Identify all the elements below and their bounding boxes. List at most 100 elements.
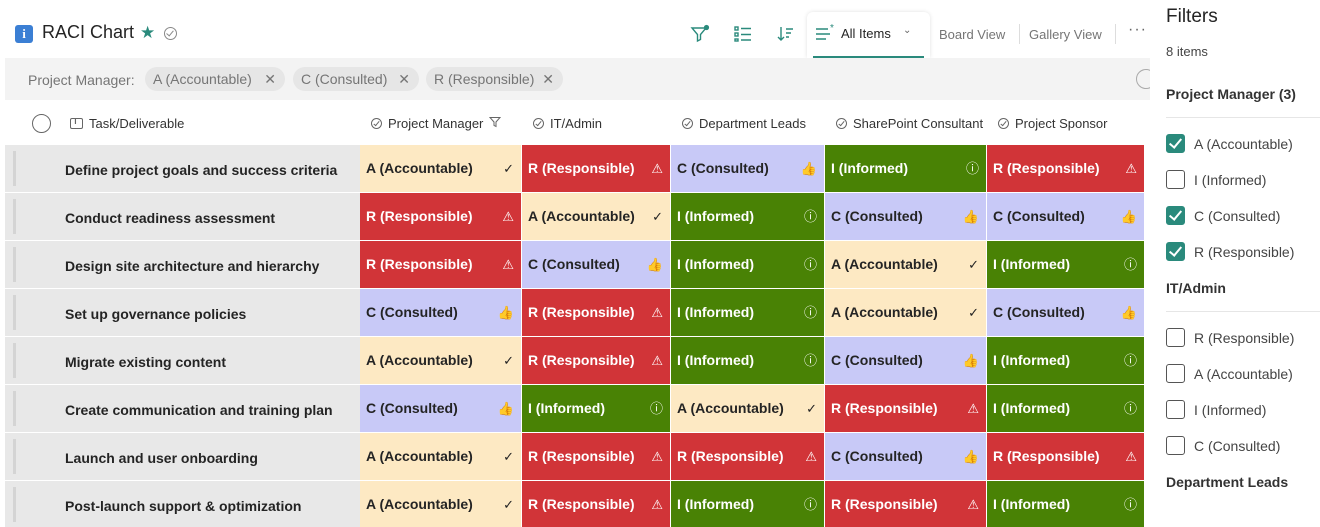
raci-cell-it-admin[interactable]: A (Accountable) ✓: [522, 193, 670, 240]
group-by-icon[interactable]: [733, 24, 753, 44]
task-title[interactable]: Design site architecture and hierarchy: [65, 258, 319, 274]
raci-cell-it-admin[interactable]: R (Responsible) ⚠: [522, 481, 670, 527]
row-task-cell[interactable]: Create communication and training plan: [5, 385, 360, 432]
task-title[interactable]: Define project goals and success criteri…: [65, 162, 337, 178]
raci-cell-sharepoint-consultant[interactable]: C (Consulted) 👍: [825, 433, 986, 480]
filter-pane-icon[interactable]: [690, 24, 710, 44]
task-title[interactable]: Migrate existing content: [65, 354, 226, 370]
column-header-project-manager[interactable]: Project Manager: [371, 116, 502, 131]
raci-cell-project-sponsor[interactable]: C (Consulted) 👍: [987, 193, 1144, 240]
column-header-project-sponsor[interactable]: Project Sponsor: [998, 116, 1108, 131]
filter-checkbox[interactable]: [1166, 328, 1185, 347]
filter-section-title[interactable]: Project Manager (3): [1166, 86, 1296, 102]
raci-cell-project-manager[interactable]: R (Responsible) ⚠: [360, 193, 521, 240]
task-title[interactable]: Conduct readiness assessment: [65, 210, 275, 226]
table-row[interactable]: Design site architecture and hierarchy R …: [5, 241, 1144, 289]
warning-icon: ⚠: [502, 257, 514, 272]
filter-checkbox[interactable]: [1166, 364, 1185, 383]
raci-cell-sharepoint-consultant[interactable]: A (Accountable) ✓: [825, 241, 986, 288]
column-header-task[interactable]: Task/Deliverable: [70, 116, 184, 131]
filter-checkbox[interactable]: [1166, 242, 1185, 261]
filter-option-label: A (Accountable): [1194, 136, 1293, 152]
raci-cell-it-admin[interactable]: C (Consulted) 👍: [522, 241, 670, 288]
favorite-star-icon[interactable]: ★: [140, 23, 155, 43]
raci-cell-department-leads[interactable]: I (Informed) ⓘ: [671, 481, 824, 527]
table-row[interactable]: Set up governance policies C (Consulted) 👍…: [5, 289, 1144, 337]
raci-cell-it-admin[interactable]: R (Responsible) ⚠: [522, 289, 670, 336]
column-header-department-leads[interactable]: Department Leads: [682, 116, 806, 131]
row-task-cell[interactable]: Design site architecture and hierarchy: [5, 241, 360, 288]
view-gallery[interactable]: Gallery View: [1029, 27, 1102, 42]
filter-checkbox[interactable]: [1166, 170, 1185, 189]
raci-cell-project-manager[interactable]: A (Accountable) ✓: [360, 433, 521, 480]
table-row[interactable]: Launch and user onboarding A (Accountable…: [5, 433, 1144, 481]
filter-checkbox[interactable]: [1166, 400, 1185, 419]
table-row[interactable]: Define project goals and success criteri…: [5, 145, 1144, 193]
raci-cell-project-sponsor[interactable]: I (Informed) ⓘ: [987, 481, 1144, 527]
raci-cell-sharepoint-consultant[interactable]: R (Responsible) ⚠: [825, 481, 986, 527]
raci-cell-project-manager[interactable]: C (Consulted) 👍: [360, 289, 521, 336]
raci-cell-sharepoint-consultant[interactable]: C (Consulted) 👍: [825, 193, 986, 240]
sort-icon[interactable]: [775, 24, 795, 44]
raci-cell-it-admin[interactable]: R (Responsible) ⚠: [522, 145, 670, 192]
filter-checkbox[interactable]: [1166, 134, 1185, 153]
select-all-checkbox[interactable]: [32, 114, 51, 133]
task-title[interactable]: Set up governance policies: [65, 306, 246, 322]
raci-cell-it-admin[interactable]: I (Informed) ⓘ: [522, 385, 670, 432]
filter-chip-consulted[interactable]: C (Consulted) ✕: [293, 67, 419, 91]
raci-cell-department-leads[interactable]: I (Informed) ⓘ: [671, 241, 824, 288]
raci-cell-it-admin[interactable]: R (Responsible) ⚠: [522, 433, 670, 480]
filter-chip-accountable[interactable]: A (Accountable) ✕: [145, 67, 285, 91]
raci-cell-sharepoint-consultant[interactable]: R (Responsible) ⚠: [825, 385, 986, 432]
view-selector-all-items[interactable]: * All Items ⌄: [807, 12, 930, 58]
close-icon[interactable]: ✕: [542, 67, 554, 91]
row-task-cell[interactable]: Define project goals and success criteri…: [5, 145, 360, 192]
filter-checkbox[interactable]: [1166, 206, 1185, 225]
raci-cell-department-leads[interactable]: C (Consulted) 👍: [671, 145, 824, 192]
filter-checkbox[interactable]: [1166, 436, 1185, 455]
raci-cell-department-leads[interactable]: I (Informed) ⓘ: [671, 193, 824, 240]
close-icon[interactable]: ✕: [264, 67, 276, 91]
raci-cell-project-sponsor[interactable]: I (Informed) ⓘ: [987, 385, 1144, 432]
raci-cell-project-manager[interactable]: A (Accountable) ✓: [360, 481, 521, 527]
raci-cell-sharepoint-consultant[interactable]: A (Accountable) ✓: [825, 289, 986, 336]
row-task-cell[interactable]: Post-launch support & optimization: [5, 481, 360, 527]
raci-cell-project-sponsor[interactable]: I (Informed) ⓘ: [987, 337, 1144, 384]
raci-cell-department-leads[interactable]: I (Informed) ⓘ: [671, 289, 824, 336]
task-title[interactable]: Post-launch support & optimization: [65, 498, 301, 514]
table-row[interactable]: Create communication and training plan C …: [5, 385, 1144, 433]
raci-cell-project-manager[interactable]: A (Accountable) ✓: [360, 337, 521, 384]
raci-cell-project-manager[interactable]: A (Accountable) ✓: [360, 145, 521, 192]
raci-cell-project-sponsor[interactable]: I (Informed) ⓘ: [987, 241, 1144, 288]
raci-cell-project-manager[interactable]: C (Consulted) 👍: [360, 385, 521, 432]
filter-section-title[interactable]: IT/Admin: [1166, 280, 1226, 296]
raci-cell-department-leads[interactable]: R (Responsible) ⚠: [671, 433, 824, 480]
raci-value: A (Accountable): [366, 352, 473, 368]
row-task-cell[interactable]: Conduct readiness assessment: [5, 193, 360, 240]
raci-cell-project-sponsor[interactable]: R (Responsible) ⚠: [987, 433, 1144, 480]
thumbs-up-icon: 👍: [1120, 305, 1137, 320]
task-title[interactable]: Create communication and training plan: [65, 402, 333, 418]
row-task-cell[interactable]: Migrate existing content: [5, 337, 360, 384]
column-header-sharepoint-consultant[interactable]: SharePoint Consultant: [836, 116, 983, 131]
column-header-it-admin[interactable]: IT/Admin: [533, 116, 602, 131]
table-row[interactable]: Conduct readiness assessment R (Responsib…: [5, 193, 1144, 241]
raci-cell-it-admin[interactable]: R (Responsible) ⚠: [522, 337, 670, 384]
more-options-icon[interactable]: ···: [1128, 21, 1147, 39]
task-title[interactable]: Launch and user onboarding: [65, 450, 258, 466]
row-task-cell[interactable]: Launch and user onboarding: [5, 433, 360, 480]
raci-cell-project-sponsor[interactable]: R (Responsible) ⚠: [987, 145, 1144, 192]
table-row[interactable]: Migrate existing content A (Accountable) ✓…: [5, 337, 1144, 385]
view-board[interactable]: Board View: [939, 27, 1005, 42]
filter-section-title[interactable]: Department Leads: [1166, 474, 1288, 490]
raci-cell-department-leads[interactable]: A (Accountable) ✓: [671, 385, 824, 432]
raci-cell-sharepoint-consultant[interactable]: C (Consulted) 👍: [825, 337, 986, 384]
raci-cell-sharepoint-consultant[interactable]: I (Informed) ⓘ: [825, 145, 986, 192]
close-icon[interactable]: ✕: [398, 67, 410, 91]
raci-cell-department-leads[interactable]: I (Informed) ⓘ: [671, 337, 824, 384]
row-task-cell[interactable]: Set up governance policies: [5, 289, 360, 336]
filter-chip-responsible[interactable]: R (Responsible) ✕: [426, 67, 563, 91]
raci-cell-project-sponsor[interactable]: C (Consulted) 👍: [987, 289, 1144, 336]
table-row[interactable]: Post-launch support & optimization A (Acc…: [5, 481, 1144, 527]
raci-cell-project-manager[interactable]: R (Responsible) ⚠: [360, 241, 521, 288]
